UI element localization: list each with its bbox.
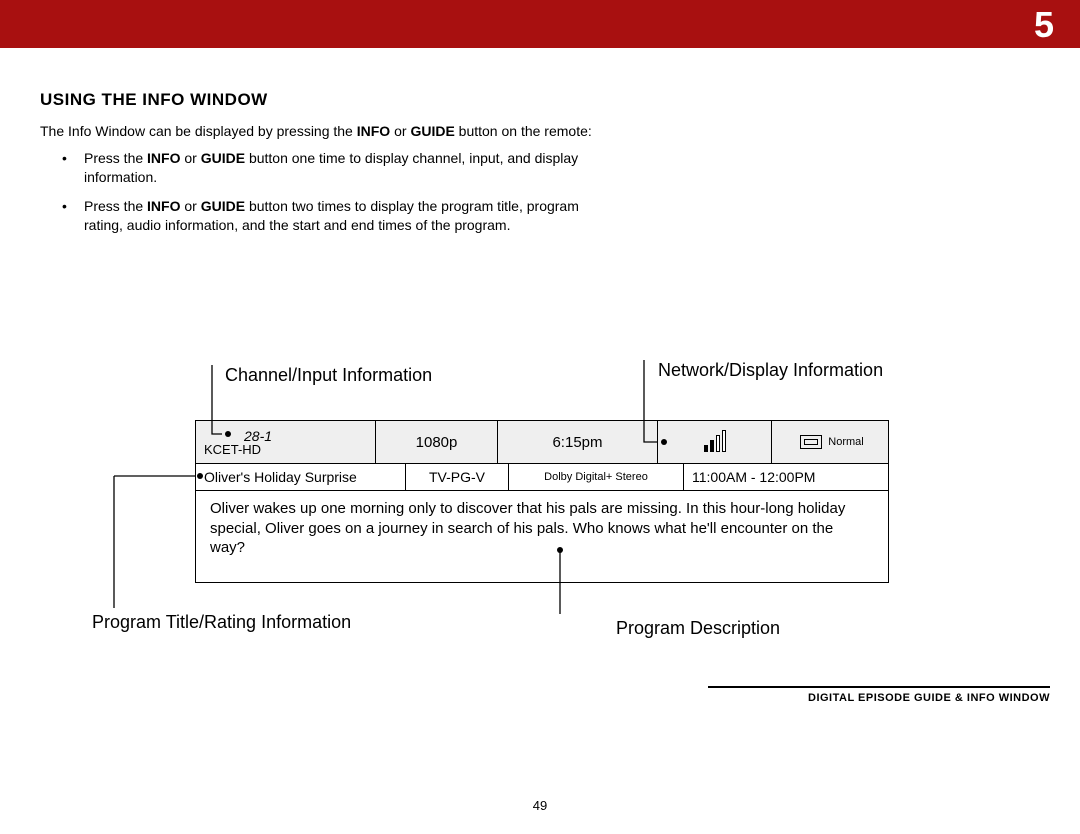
program-description: Oliver wakes up one morning only to disc… — [196, 491, 888, 582]
aspect-cell: Normal — [772, 421, 888, 463]
bullet-2: Press the INFO or GUIDE button two times… — [62, 197, 602, 235]
intro-mid1: or — [390, 123, 410, 139]
chapter-number: 5 — [1034, 4, 1054, 46]
aspect-label: Normal — [828, 436, 863, 448]
program-rating: TV-PG-V — [406, 464, 509, 490]
intro-pre: The Info Window can be displayed by pres… — [40, 123, 357, 139]
page-number: 49 — [0, 798, 1080, 813]
channel-number: 28-1 — [204, 429, 367, 443]
program-audio: Dolby Digital+ Stereo — [509, 464, 684, 490]
program-time-range: 11:00AM - 12:00PM — [684, 464, 888, 490]
channel-cell: 28-1 KCET-HD — [196, 421, 376, 463]
info-row-2: Oliver's Holiday Surprise TV-PG-V Dolby … — [196, 464, 888, 491]
info-row-1: 28-1 KCET-HD 1080p 6:15pm Normal — [196, 421, 888, 464]
resolution-cell: 1080p — [376, 421, 498, 463]
intro-post: button on the remote: — [455, 123, 592, 139]
callout-channel-input: Channel/Input Information — [225, 365, 432, 386]
content-area: USING THE INFO WINDOW The Info Window ca… — [0, 48, 1080, 234]
callout-network-display: Network/Display Information — [658, 360, 883, 381]
signal-bars-icon — [704, 432, 726, 452]
section-title: USING THE INFO WINDOW — [40, 90, 1040, 110]
intro-b1: INFO — [357, 123, 390, 139]
intro-b2: GUIDE — [410, 123, 454, 139]
intro-text: The Info Window can be displayed by pres… — [40, 122, 600, 141]
channel-name: KCET-HD — [204, 443, 367, 456]
info-window: 28-1 KCET-HD 1080p 6:15pm Normal Oliver'… — [195, 420, 889, 583]
time-cell: 6:15pm — [498, 421, 658, 463]
program-title: Oliver's Holiday Surprise — [196, 464, 406, 490]
footer-tag: DIGITAL EPISODE GUIDE & INFO WINDOW — [708, 686, 1050, 704]
bullet-list: Press the INFO or GUIDE button one time … — [62, 149, 602, 235]
aspect-icon — [800, 435, 822, 449]
header-bar: 5 — [0, 0, 1080, 48]
callout-program-description: Program Description — [616, 618, 780, 639]
signal-cell — [658, 421, 772, 463]
callout-program-title-rating: Program Title/Rating Information — [92, 612, 351, 633]
bullet-1: Press the INFO or GUIDE button one time … — [62, 149, 602, 187]
